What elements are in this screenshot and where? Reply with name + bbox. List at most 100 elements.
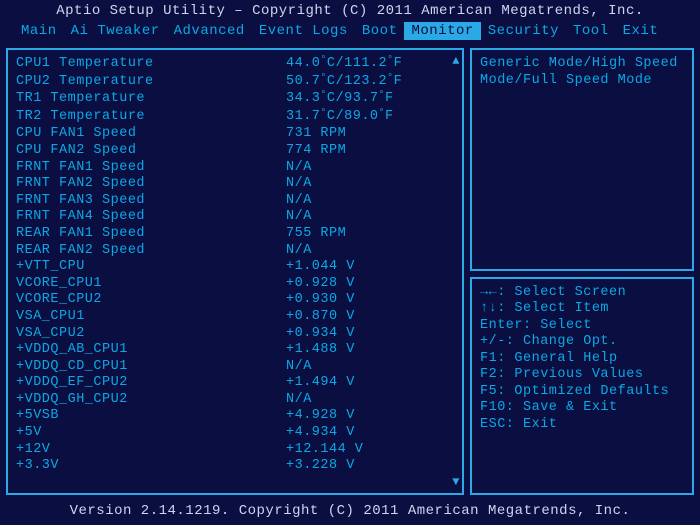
menu-bar: MainAi TweakerAdvancedEvent LogsBootMoni… [0,22,700,42]
reading-row[interactable]: +VTT_CPU+1.044 V [16,259,454,276]
reading-row[interactable]: +VDDQ_EF_CPU2+1.494 V [16,375,454,392]
reading-value: +4.934 V [286,425,454,442]
reading-label: VSA_CPU2 [16,326,286,343]
reading-value: 50.7°C/123.2°F [286,74,454,92]
reading-value: +1.494 V [286,375,454,392]
help-line: F10: Save & Exit [480,400,684,417]
bios-footer: Version 2.14.1219. Copyright (C) 2011 Am… [0,499,700,525]
reading-row[interactable]: CPU2 Temperature50.7°C/123.2°F [16,74,454,92]
reading-row[interactable]: +VDDQ_GH_CPU2N/A [16,392,454,409]
help-line: F1: General Help [480,351,684,368]
help-panel: →←: Select Screen↑↓: Select ItemEnter: S… [470,277,694,495]
reading-value: 731 RPM [286,126,454,143]
reading-value: 755 RPM [286,226,454,243]
reading-label: +VDDQ_CD_CPU1 [16,359,286,376]
reading-label: CPU2 Temperature [16,74,286,92]
menu-item-ai-tweaker[interactable]: Ai Tweaker [64,22,167,40]
reading-row[interactable]: +5V+4.934 V [16,425,454,442]
reading-row[interactable]: VCORE_CPU2+0.930 V [16,292,454,309]
menu-item-advanced[interactable]: Advanced [167,22,252,40]
reading-label: +VDDQ_EF_CPU2 [16,375,286,392]
reading-label: VCORE_CPU1 [16,276,286,293]
reading-value: +1.044 V [286,259,454,276]
reading-row[interactable]: +12V+12.144 V [16,442,454,459]
reading-value: N/A [286,193,454,210]
reading-value: +0.870 V [286,309,454,326]
reading-label: REAR FAN2 Speed [16,243,286,260]
reading-row[interactable]: VSA_CPU2+0.934 V [16,326,454,343]
scroll-down-icon[interactable]: ▼ [452,475,460,489]
reading-label: CPU1 Temperature [16,56,286,74]
reading-row[interactable]: TR2 Temperature31.7°C/89.0°F [16,109,454,127]
reading-row[interactable]: CPU1 Temperature44.0°C/111.2°F [16,56,454,74]
info-panel: Generic Mode/High SpeedMode/Full Speed M… [470,48,694,271]
menu-item-event-logs[interactable]: Event Logs [252,22,355,40]
reading-label: +5V [16,425,286,442]
help-line: ↑↓: Select Item [480,301,684,318]
reading-row[interactable]: CPU FAN1 Speed731 RPM [16,126,454,143]
menu-item-exit[interactable]: Exit [616,22,666,40]
reading-row[interactable]: +5VSB+4.928 V [16,408,454,425]
reading-value: +0.934 V [286,326,454,343]
reading-label: TR1 Temperature [16,91,286,109]
reading-label: TR2 Temperature [16,109,286,127]
reading-label: VSA_CPU1 [16,309,286,326]
reading-row[interactable]: FRNT FAN3 SpeedN/A [16,193,454,210]
reading-row[interactable]: REAR FAN2 SpeedN/A [16,243,454,260]
help-line: ESC: Exit [480,417,684,434]
menu-item-tool[interactable]: Tool [566,22,616,40]
reading-value: +12.144 V [286,442,454,459]
reading-label: +5VSB [16,408,286,425]
reading-label: +VDDQ_GH_CPU2 [16,392,286,409]
reading-label: FRNT FAN2 Speed [16,176,286,193]
help-line: F5: Optimized Defaults [480,384,684,401]
reading-row[interactable]: +3.3V+3.228 V [16,458,454,475]
reading-row[interactable]: VSA_CPU1+0.870 V [16,309,454,326]
reading-row[interactable]: TR1 Temperature34.3°C/93.7°F [16,91,454,109]
menu-item-security[interactable]: Security [481,22,566,40]
reading-row[interactable]: FRNT FAN1 SpeedN/A [16,160,454,177]
menu-item-monitor[interactable]: Monitor [404,22,480,40]
reading-row[interactable]: REAR FAN1 Speed755 RPM [16,226,454,243]
reading-row[interactable]: CPU FAN2 Speed774 RPM [16,143,454,160]
reading-value: 34.3°C/93.7°F [286,91,454,109]
reading-value: +4.928 V [286,408,454,425]
reading-row[interactable]: FRNT FAN4 SpeedN/A [16,209,454,226]
reading-row[interactable]: +VDDQ_CD_CPU1N/A [16,359,454,376]
reading-label: CPU FAN2 Speed [16,143,286,160]
reading-label: REAR FAN1 Speed [16,226,286,243]
reading-label: FRNT FAN3 Speed [16,193,286,210]
help-line: F2: Previous Values [480,367,684,384]
reading-value: +1.488 V [286,342,454,359]
reading-value: N/A [286,176,454,193]
reading-row[interactable]: FRNT FAN2 SpeedN/A [16,176,454,193]
help-line: Enter: Select [480,318,684,335]
reading-value: N/A [286,160,454,177]
reading-value: N/A [286,359,454,376]
bios-title: Aptio Setup Utility – Copyright (C) 2011… [0,0,700,22]
reading-row[interactable]: VCORE_CPU1+0.928 V [16,276,454,293]
reading-value: +0.928 V [286,276,454,293]
reading-label: FRNT FAN4 Speed [16,209,286,226]
monitor-readings-pane: ▲ ▼ CPU1 Temperature44.0°C/111.2°FCPU2 T… [6,48,464,495]
reading-label: +3.3V [16,458,286,475]
reading-value: 774 RPM [286,143,454,160]
info-line: Generic Mode/High Speed [480,56,684,73]
reading-label: FRNT FAN1 Speed [16,160,286,177]
reading-label: VCORE_CPU2 [16,292,286,309]
reading-label: +VTT_CPU [16,259,286,276]
work-area: ▲ ▼ CPU1 Temperature44.0°C/111.2°FCPU2 T… [0,42,700,499]
help-line: +/-: Change Opt. [480,334,684,351]
reading-value: N/A [286,392,454,409]
reading-value: +0.930 V [286,292,454,309]
scroll-up-icon[interactable]: ▲ [452,54,460,68]
reading-label: +VDDQ_AB_CPU1 [16,342,286,359]
menu-item-boot[interactable]: Boot [355,22,405,40]
info-line: Mode/Full Speed Mode [480,73,684,90]
reading-value: 31.7°C/89.0°F [286,109,454,127]
help-line: →←: Select Screen [480,285,684,302]
reading-value: N/A [286,243,454,260]
reading-label: +12V [16,442,286,459]
reading-row[interactable]: +VDDQ_AB_CPU1+1.488 V [16,342,454,359]
menu-item-main[interactable]: Main [14,22,64,40]
